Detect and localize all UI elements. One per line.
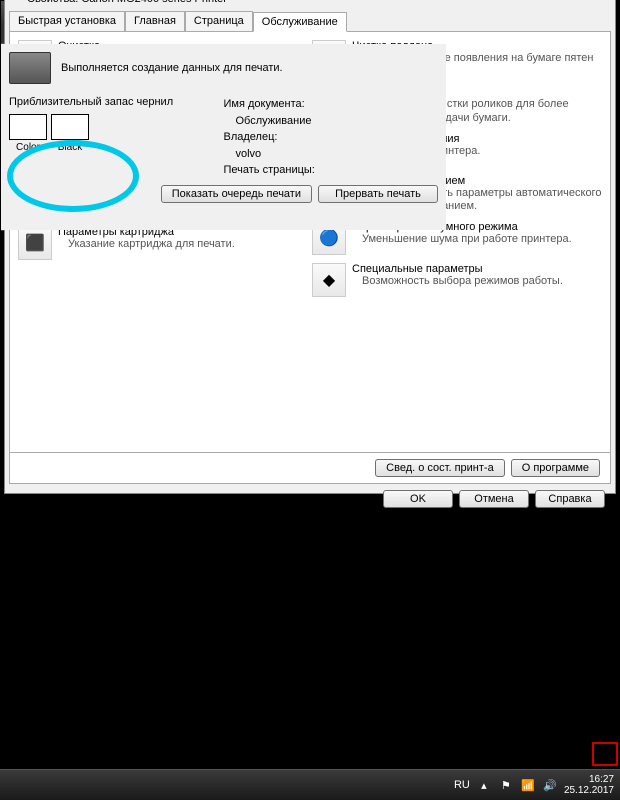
help-button[interactable]: Справка [535, 490, 605, 508]
tab-maintenance[interactable]: Обслуживание [253, 12, 347, 32]
about-button[interactable]: О программе [511, 459, 600, 477]
status-body: Выполняется создание данных для печати. … [1, 44, 446, 230]
red-overlay-icon [592, 742, 618, 766]
doc-name-value: Обслуживание [236, 113, 439, 130]
ok-button[interactable]: OK [383, 490, 453, 508]
system-tray: RU ▴ ⚑ 📶 🔊 16:27 25.12.2017 [454, 774, 620, 796]
language-indicator[interactable]: RU [454, 777, 470, 793]
ink-level-label: Приблизительный запас чернил [9, 96, 224, 108]
pages-label: Печать страницы: [224, 162, 439, 179]
clock-date: 25.12.2017 [564, 785, 614, 796]
item-custom-settings[interactable]: ◆ Специальные параметрыВозможность выбор… [310, 261, 604, 299]
inner-button-row: Свед. о сост. принт-а О программе [9, 453, 611, 484]
printer-status-button[interactable]: Свед. о сост. принт-а [375, 459, 505, 477]
ink-color: Color [9, 114, 47, 153]
ink-boxes: Color Black [9, 114, 224, 153]
custom-icon: ◆ [312, 263, 346, 297]
tab-bar: Быстрая установка Главная Страница Обслу… [9, 11, 611, 31]
ink-well-color [9, 114, 47, 140]
taskbar: RU ▴ ⚑ 📶 🔊 16:27 25.12.2017 [0, 769, 620, 800]
owner-label: Владелец: [224, 129, 439, 146]
show-queue-button[interactable]: Показать очередь печати [161, 185, 312, 203]
taskbar-clock[interactable]: 16:27 25.12.2017 [564, 774, 614, 796]
clock-time: 16:27 [564, 774, 614, 785]
tray-network-icon[interactable]: 📶 [520, 777, 536, 793]
tray-app-icon[interactable]: ⚑ [498, 777, 514, 793]
cancel-print-button[interactable]: Прервать печать [318, 185, 438, 203]
status-message: Выполняется создание данных для печати. [61, 62, 283, 74]
doc-name-label: Имя документа: [224, 96, 439, 113]
ink-black: Black [51, 114, 89, 153]
outer-button-row: OK Отмена Справка [5, 484, 615, 514]
ink-well-black [51, 114, 89, 140]
window-title: Свойства: Canon MG2400 series Printer [5, 0, 615, 9]
tab-page[interactable]: Страница [185, 11, 253, 31]
printer-image-icon [9, 52, 51, 84]
owner-value: volvo [236, 146, 439, 163]
tab-main[interactable]: Главная [125, 11, 185, 31]
tray-volume-icon[interactable]: 🔊 [542, 777, 558, 793]
cartridge-icon: ⬛ [18, 226, 52, 260]
cancel-button[interactable]: Отмена [459, 490, 529, 508]
tray-up-icon[interactable]: ▴ [476, 777, 492, 793]
tab-quick-setup[interactable]: Быстрая установка [9, 11, 125, 31]
